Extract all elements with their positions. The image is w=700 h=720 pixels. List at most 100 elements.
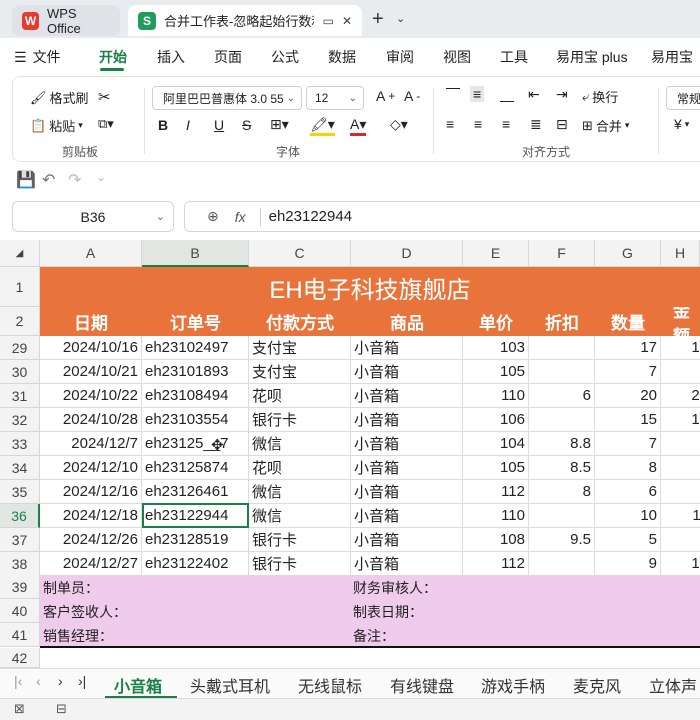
cell-price[interactable]: 104 (463, 432, 529, 456)
cell-quantity[interactable]: 8 (595, 456, 661, 480)
cell-payment[interactable]: 花呗 (249, 456, 351, 480)
tab-wps-office[interactable]: W WPS Office (12, 5, 120, 36)
menu-formula[interactable]: 公式 (271, 47, 299, 67)
new-tab-icon[interactable]: + (372, 8, 384, 31)
row-header[interactable]: 34 (0, 456, 40, 480)
increase-indent-icon[interactable]: ⇥ (556, 86, 568, 103)
justify-icon[interactable]: ≣ (530, 116, 542, 133)
row-header[interactable]: 38 (0, 552, 40, 576)
footer-maker[interactable]: 制单员： (43, 578, 99, 598)
footer-date[interactable]: 制表日期： (353, 602, 423, 622)
row-header[interactable]: 40 (0, 599, 40, 623)
cell-discount[interactable]: 9.5 (529, 528, 595, 552)
cell-discount[interactable] (529, 360, 595, 384)
menu-file[interactable]: ☰ 文件 (14, 47, 61, 67)
cell-payment[interactable]: 支付宝 (249, 336, 351, 360)
row-header[interactable]: 30 (0, 360, 40, 384)
cell-product[interactable]: 小音箱 (351, 360, 463, 384)
menu-view[interactable]: 视图 (443, 47, 471, 67)
row-header[interactable]: 2 (0, 307, 40, 336)
distributed-icon[interactable]: ⊟ (556, 116, 568, 133)
font-color-icon[interactable]: A▾ (350, 116, 367, 136)
row-header[interactable]: 42 (0, 648, 40, 668)
cell-discount[interactable] (529, 408, 595, 432)
cell-price[interactable]: 110 (463, 384, 529, 408)
cell-payment[interactable]: 微信 (249, 432, 351, 456)
cell-date[interactable]: 2024/12/16 (40, 480, 142, 504)
cell-product[interactable]: 小音箱 (351, 432, 463, 456)
number-format-select[interactable]: 常规 (666, 86, 700, 110)
row-header[interactable]: 1 (0, 267, 40, 307)
menu-tools[interactable]: 工具 (500, 47, 528, 67)
align-center-icon[interactable]: ≡ (474, 116, 482, 132)
cell-payment[interactable]: 微信 (249, 480, 351, 504)
cell-discount[interactable] (529, 504, 595, 528)
cell-date[interactable]: 2024/10/22 (40, 384, 142, 408)
tab-workbook[interactable]: S 合并工作表-忽略起始行数和结 ▭ ✕ (128, 5, 362, 36)
cell-discount[interactable]: 8 (529, 480, 595, 504)
row-header[interactable]: 29 (0, 336, 40, 360)
cell-quantity[interactable]: 5 (595, 528, 661, 552)
cell-amount[interactable]: 8 (661, 456, 700, 480)
cell-amount[interactable]: 5 (661, 528, 700, 552)
italic-icon[interactable]: I (186, 117, 190, 133)
cell-price[interactable]: 106 (463, 408, 529, 432)
prev-sheet-icon[interactable]: ‹ (36, 673, 41, 689)
borders-icon[interactable]: ⊞▾ (270, 116, 289, 133)
cell-payment[interactable]: 微信 (249, 504, 351, 528)
window-icon[interactable]: ▭ (323, 14, 334, 28)
menu-insert[interactable]: 插入 (157, 47, 185, 67)
cell-quantity[interactable]: 15 (595, 408, 661, 432)
cell-discount[interactable] (529, 336, 595, 360)
menu-review[interactable]: 审阅 (386, 47, 414, 67)
font-name-select[interactable]: 阿里巴巴普惠体 3.0 55 ⌄ (152, 86, 302, 110)
format-painter-button[interactable]: 🖌 格式刷 (30, 88, 89, 107)
cell-amount[interactable]: 15 (661, 408, 700, 432)
sheet-tab-6[interactable]: 立体声 (649, 673, 697, 697)
currency-button[interactable]: ¥ ▾ (674, 116, 689, 132)
column-header-g[interactable]: G (595, 240, 661, 267)
cell-date[interactable]: 2024/12/10 (40, 456, 142, 480)
cell-date[interactable]: 2024/10/28 (40, 408, 142, 432)
cell-quantity[interactable]: 9 (595, 552, 661, 576)
align-top-icon[interactable]: ⎺ (446, 86, 460, 103)
copy-icon[interactable]: ⧉▾ (98, 116, 114, 132)
footer-auditor[interactable]: 财务审核人： (353, 578, 437, 598)
cell-payment[interactable]: 花呗 (249, 384, 351, 408)
zoom-icon[interactable]: ⊕ (207, 208, 219, 225)
cell-product[interactable]: 小音箱 (351, 552, 463, 576)
increase-font-icon[interactable]: A + (376, 88, 395, 104)
row-header[interactable]: 32 (0, 408, 40, 432)
decrease-font-icon[interactable]: A- (404, 88, 420, 104)
cell-discount[interactable]: 8.8 (529, 432, 595, 456)
cell-product[interactable]: 小音箱 (351, 456, 463, 480)
cell-product[interactable]: 小音箱 (351, 480, 463, 504)
formula-value[interactable]: eh23122944 (269, 208, 352, 225)
cell-amount[interactable]: 11 (661, 504, 700, 528)
strikethrough-icon[interactable]: S (242, 117, 251, 133)
chevron-down-icon[interactable]: ⌄ (96, 170, 106, 184)
sheet-tab-4[interactable]: 游戏手柄 (481, 673, 545, 697)
header-quantity[interactable]: 数量 (595, 307, 661, 336)
row-header[interactable]: 33 (0, 432, 40, 456)
cell-quantity[interactable]: 6 (595, 480, 661, 504)
align-left-icon[interactable]: ≡ (446, 116, 454, 132)
cell-amount[interactable]: 17 (661, 336, 700, 360)
header-product[interactable]: 商品 (351, 307, 463, 336)
cell-order[interactable]: eh23125__7 (142, 432, 249, 456)
cell-date[interactable]: 2024/10/21 (40, 360, 142, 384)
column-header-f[interactable]: F (529, 240, 595, 267)
cell-discount[interactable] (529, 552, 595, 576)
cell-date[interactable]: 2024/12/7 (40, 432, 142, 456)
cell-discount[interactable]: 8.5 (529, 456, 595, 480)
cell-date[interactable]: 2024/12/27 (40, 552, 142, 576)
cell-price[interactable]: 103 (463, 336, 529, 360)
cell-payment[interactable]: 支付宝 (249, 360, 351, 384)
column-header-d[interactable]: D (351, 240, 463, 267)
cell-price[interactable]: 110 (463, 504, 529, 528)
row-header[interactable]: 35 (0, 480, 40, 504)
row-header[interactable]: 37 (0, 528, 40, 552)
row-header[interactable]: 36 (0, 504, 40, 528)
sheet-tab-0[interactable]: 小音箱 (114, 673, 162, 697)
cell-product[interactable]: 小音箱 (351, 384, 463, 408)
